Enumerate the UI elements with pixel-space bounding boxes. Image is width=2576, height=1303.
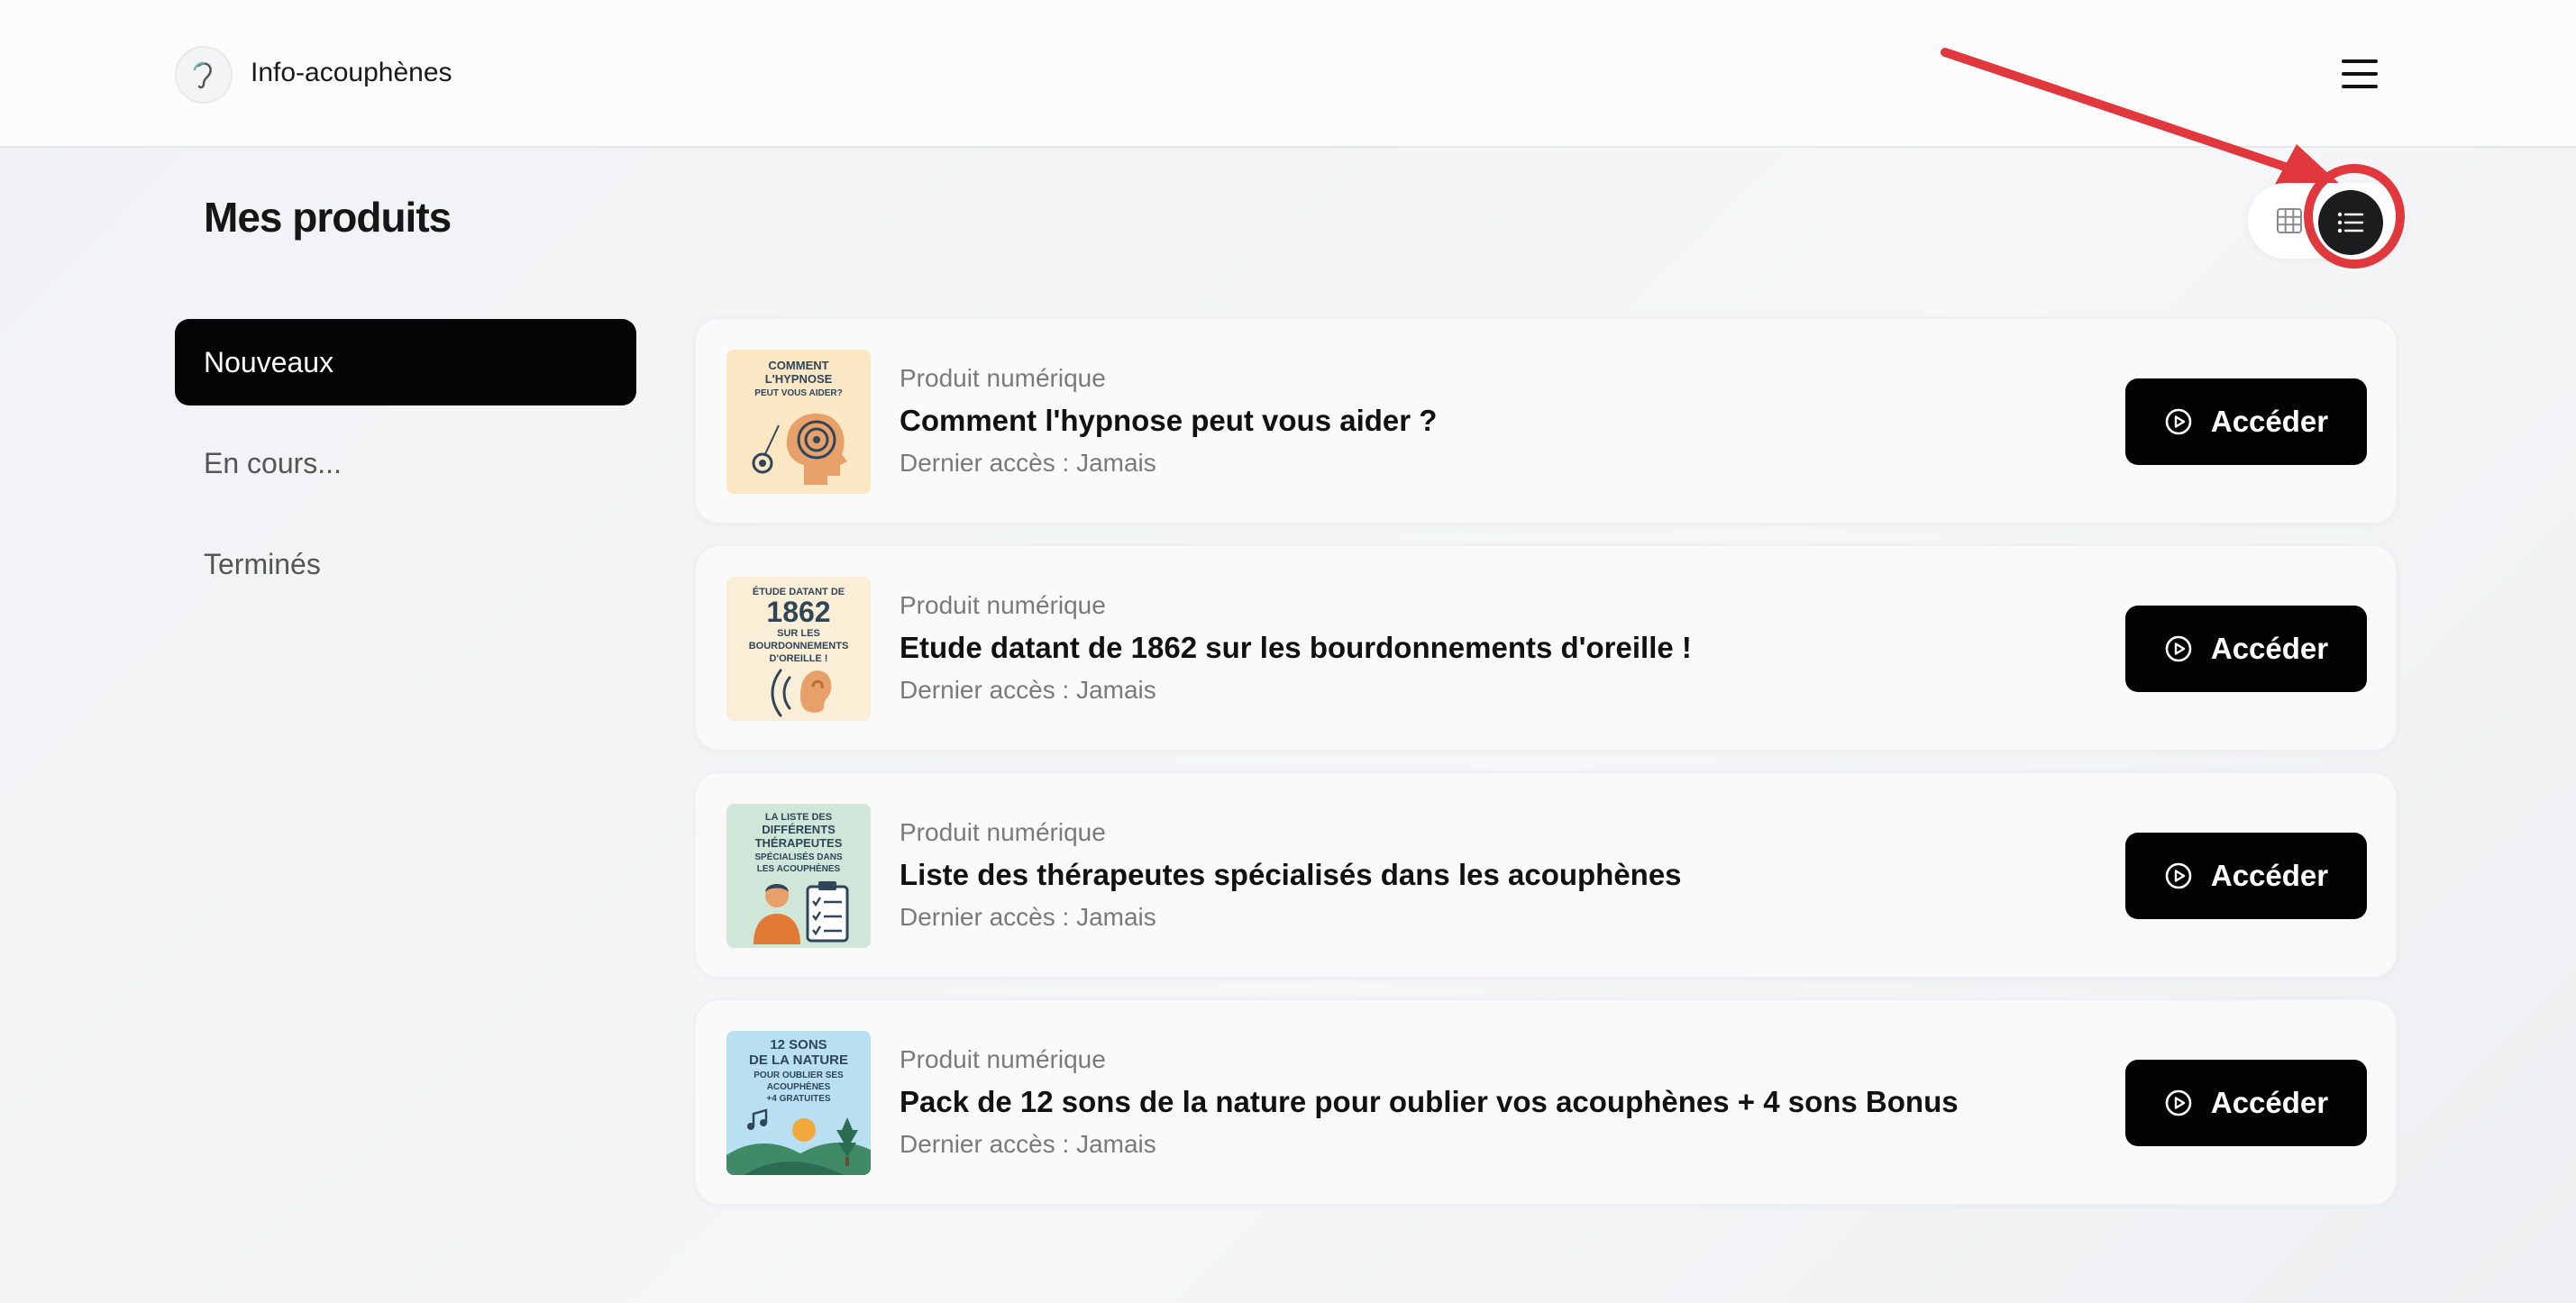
svg-text:ACOUPHÈNES: ACOUPHÈNES xyxy=(767,1080,831,1092)
svg-text:+4 GRATUITES: +4 GRATUITES xyxy=(766,1094,831,1104)
product-thumbnail[interactable]: COMMENT L'HYPNOSE PEUT VOUS AIDER? xyxy=(726,350,871,494)
sidebar-item-nouveaux[interactable]: Nouveaux xyxy=(175,319,636,405)
product-type: Produit numérique xyxy=(900,818,1106,846)
nature-sounds-thumbnail-icon: 12 SONS DE LA NATURE POUR OUBLIER SES AC… xyxy=(726,1031,871,1175)
product-list: COMMENT L'HYPNOSE PEUT VOUS AIDER? Produ… xyxy=(694,317,2398,1226)
brand-name[interactable]: Info-acouphènes xyxy=(251,58,452,88)
product-title[interactable]: Etude datant de 1862 sur les bourdonneme… xyxy=(900,631,1692,665)
page-title: Mes produits xyxy=(204,194,452,241)
svg-text:COMMENT: COMMENT xyxy=(768,359,828,372)
play-circle-icon xyxy=(2164,1089,2193,1117)
svg-text:12 SONS: 12 SONS xyxy=(770,1037,827,1052)
therapist-list-thumbnail-icon: LA LISTE DES DIFFÉRENTS THÉRAPEUTES SPÉC… xyxy=(726,804,871,948)
svg-text:LES ACOUPHÈNES: LES ACOUPHÈNES xyxy=(757,862,841,874)
product-title[interactable]: Pack de 12 sons de la nature pour oublie… xyxy=(900,1085,1959,1119)
sidebar: Nouveaux En cours... Terminés xyxy=(175,319,636,622)
hamburger-menu-icon[interactable] xyxy=(2342,59,2378,88)
access-button-label: Accéder xyxy=(2210,405,2329,438)
grid-view-button[interactable] xyxy=(2273,205,2306,237)
logo[interactable] xyxy=(175,46,233,104)
product-card: COMMENT L'HYPNOSE PEUT VOUS AIDER? Produ… xyxy=(694,317,2398,524)
access-button-label: Accéder xyxy=(2210,859,2329,892)
access-button-label: Accéder xyxy=(2210,1086,2329,1119)
product-card: ÉTUDE DATANT DE 1862 SUR LES BOURDONNEME… xyxy=(694,544,2398,752)
product-type: Produit numérique xyxy=(900,1045,1106,1073)
svg-text:PEUT VOUS AIDER?: PEUT VOUS AIDER? xyxy=(754,388,842,398)
product-thumbnail[interactable]: 12 SONS DE LA NATURE POUR OUBLIER SES AC… xyxy=(726,1031,871,1175)
svg-text:DIFFÉRENTS: DIFFÉRENTS xyxy=(762,823,836,836)
play-circle-icon xyxy=(2164,861,2193,890)
access-button[interactable]: Accéder xyxy=(2125,1060,2367,1146)
svg-text:POUR OUBLIER SES: POUR OUBLIER SES xyxy=(754,1071,844,1080)
access-button[interactable]: Accéder xyxy=(2125,606,2367,692)
svg-text:THÉRAPEUTES: THÉRAPEUTES xyxy=(755,836,843,850)
product-title[interactable]: Comment l'hypnose peut vous aider ? xyxy=(900,404,1437,438)
svg-text:D'OREILLE !: D'OREILLE ! xyxy=(770,653,828,664)
product-card: LA LISTE DES DIFFÉRENTS THÉRAPEUTES SPÉC… xyxy=(694,771,2398,979)
sidebar-item-termines[interactable]: Terminés xyxy=(175,521,636,607)
svg-text:1862: 1862 xyxy=(766,596,830,628)
product-thumbnail[interactable]: ÉTUDE DATANT DE 1862 SUR LES BOURDONNEME… xyxy=(726,577,871,721)
product-type: Produit numérique xyxy=(900,591,1106,619)
access-button-label: Accéder xyxy=(2210,632,2329,665)
svg-text:LA LISTE DES: LA LISTE DES xyxy=(765,812,832,823)
ear-study-thumbnail-icon: ÉTUDE DATANT DE 1862 SUR LES BOURDONNEME… xyxy=(726,577,871,721)
product-card: 12 SONS DE LA NATURE POUR OUBLIER SES AC… xyxy=(694,998,2398,1206)
last-access: Dernier accès : Jamais xyxy=(900,1130,1156,1158)
sidebar-item-en-cours[interactable]: En cours... xyxy=(175,420,636,506)
svg-text:SPÉCIALISÉS DANS: SPÉCIALISÉS DANS xyxy=(754,851,843,862)
ear-logo-icon xyxy=(193,61,212,89)
view-toggle xyxy=(2248,183,2407,259)
svg-text:L'HYPNOSE: L'HYPNOSE xyxy=(765,372,833,386)
list-icon xyxy=(2337,212,2364,233)
product-thumbnail[interactable]: LA LISTE DES DIFFÉRENTS THÉRAPEUTES SPÉC… xyxy=(726,804,871,948)
svg-text:BOURDONNEMENTS: BOURDONNEMENTS xyxy=(749,641,849,652)
product-type: Produit numérique xyxy=(900,364,1106,392)
play-circle-icon xyxy=(2164,634,2193,663)
grid-icon xyxy=(2277,208,2302,233)
svg-text:DE LA NATURE: DE LA NATURE xyxy=(749,1052,848,1068)
last-access: Dernier accès : Jamais xyxy=(900,676,1156,704)
product-title[interactable]: Liste des thérapeutes spécialisés dans l… xyxy=(900,858,1682,892)
top-bar: Info-acouphènes xyxy=(0,0,2576,148)
last-access: Dernier accès : Jamais xyxy=(900,903,1156,931)
hypnosis-thumbnail-icon: COMMENT L'HYPNOSE PEUT VOUS AIDER? xyxy=(726,350,871,494)
play-circle-icon xyxy=(2164,407,2193,436)
list-view-button[interactable] xyxy=(2318,190,2383,255)
access-button[interactable]: Accéder xyxy=(2125,833,2367,919)
svg-text:SUR LES: SUR LES xyxy=(777,628,820,639)
access-button[interactable]: Accéder xyxy=(2125,378,2367,465)
last-access: Dernier accès : Jamais xyxy=(900,449,1156,477)
